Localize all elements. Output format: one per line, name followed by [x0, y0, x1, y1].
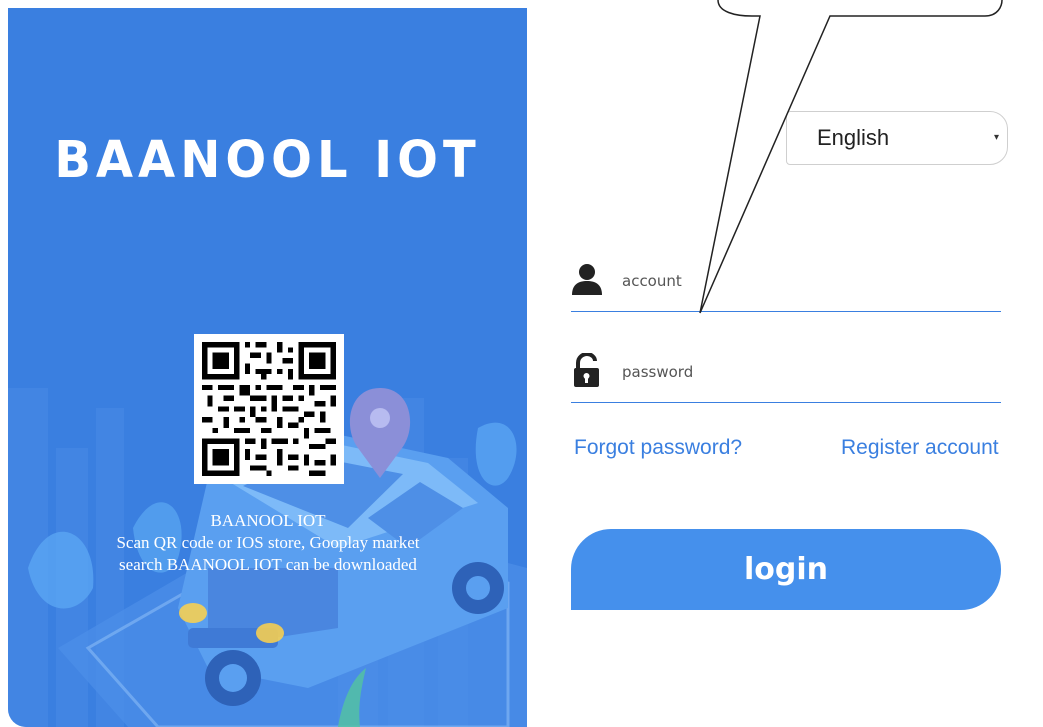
qr-code	[194, 334, 344, 484]
language-value: English	[817, 125, 890, 150]
qr-code-image	[202, 342, 336, 476]
register-account-link[interactable]: Register account	[841, 436, 999, 460]
password-field	[571, 351, 1001, 403]
qr-caption-title: BAANOOL IOT	[210, 511, 326, 530]
chevron-down-icon: ▾	[993, 132, 999, 143]
user-icon	[571, 262, 603, 298]
password-input[interactable]	[622, 359, 982, 385]
qr-caption-line1: Scan QR code or IOS store, Gooplay marke…	[116, 533, 420, 552]
login-button[interactable]: login	[571, 529, 1001, 610]
forgot-password-link[interactable]: Forgot password?	[574, 436, 742, 460]
brand-title: BAANOOL IOT	[54, 130, 481, 190]
account-input[interactable]	[622, 268, 982, 294]
language-select[interactable]: English ▾	[786, 111, 1008, 165]
brand-panel: BAANOOL IOT BAANOOL IOT Scan QR code or …	[8, 8, 527, 727]
unlock-icon	[571, 351, 603, 389]
qr-caption: BAANOOL IOT Scan QR code or IOS store, G…	[8, 510, 527, 576]
login-page: BAANOOL IOT BAANOOL IOT Scan QR code or …	[0, 0, 1043, 727]
qr-caption-line2: search BAANOOL IOT can be downloaded	[119, 555, 417, 574]
account-field	[571, 262, 1001, 312]
